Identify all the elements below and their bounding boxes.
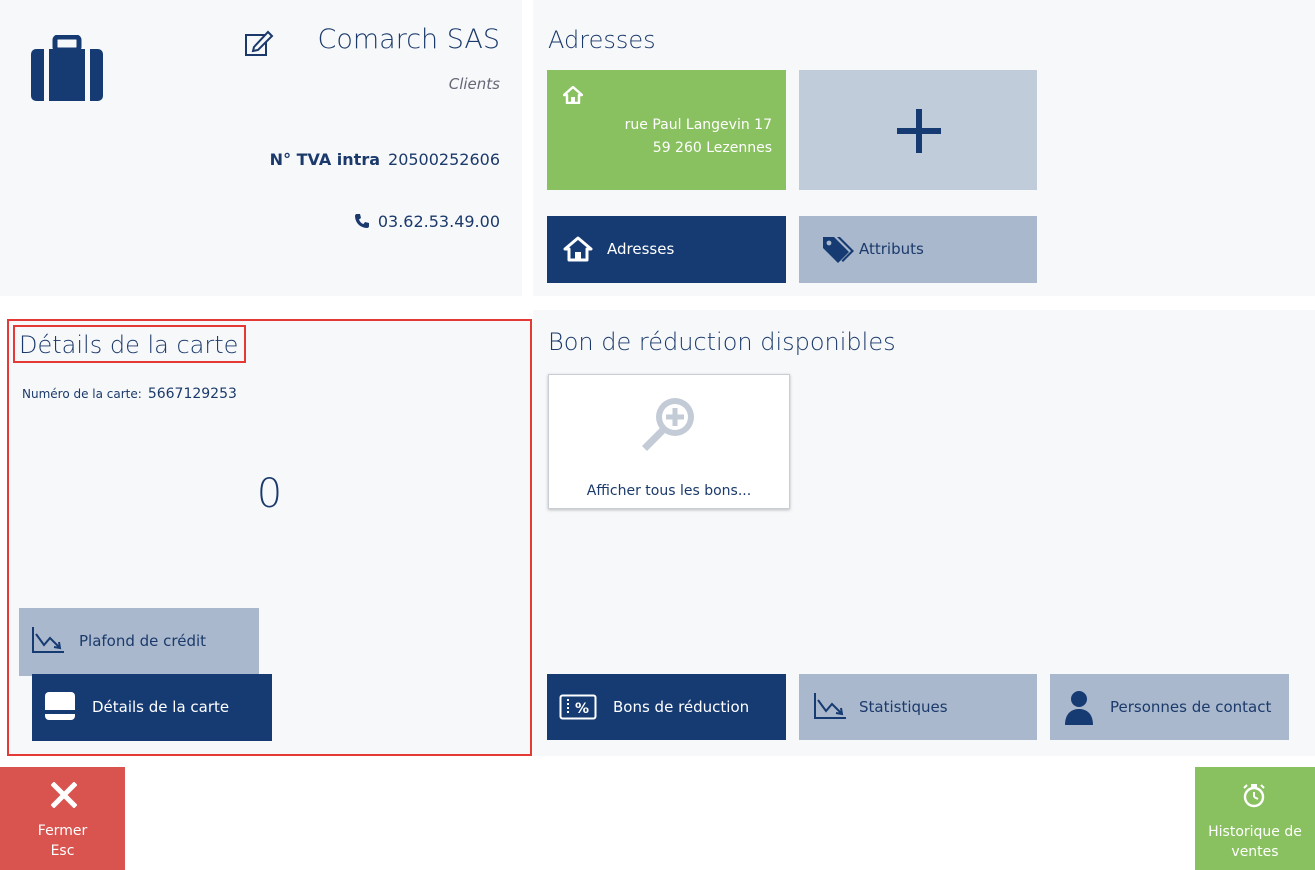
close-label: Fermer — [37, 823, 88, 839]
percent-icon: % — [559, 694, 597, 720]
card-details-button-label: Détails de la carte — [92, 698, 230, 716]
credit-limit-button[interactable]: Plafond de crédit — [19, 608, 259, 676]
statistics-button[interactable]: Statistiques — [799, 674, 1037, 740]
phone-value: 03.62.53.49.00 — [377, 212, 500, 231]
plus-icon — [897, 109, 941, 153]
customer-name: Comarch SAS — [317, 24, 500, 55]
svg-text:%: % — [575, 701, 589, 717]
statistics-button-label: Statistiques — [859, 698, 948, 716]
addresses-button-label: Adresses — [607, 240, 675, 258]
chart-trend-icon — [32, 627, 64, 653]
sales-history-label-line2: ventes — [1231, 844, 1279, 860]
customer-category: Clients — [448, 75, 500, 93]
vouchers-button[interactable]: % Bons de réduction — [547, 674, 786, 740]
card-number-label: Numéro de la carte: — [22, 387, 142, 401]
vouchers-panel: Bon de réduction disponibles Afficher to… — [533, 310, 1315, 756]
chart-trend-icon — [814, 693, 846, 719]
add-address-button[interactable] — [799, 70, 1037, 190]
close-button[interactable]: Fermer Esc — [0, 767, 125, 870]
show-all-vouchers-label: Afficher tous les bons... — [586, 483, 752, 499]
vouchers-title: Bon de réduction disponibles — [548, 328, 896, 356]
vat-row: N° TVA intra 20500252606 — [270, 150, 500, 169]
phone-icon — [354, 214, 369, 228]
vat-label: N° TVA intra — [269, 150, 381, 169]
contacts-button[interactable]: Personnes de contact — [1050, 674, 1289, 740]
address-tile[interactable]: rue Paul Langevin 17 59 260 Lezennes — [547, 70, 786, 190]
addresses-title: Adresses — [548, 26, 656, 54]
vouchers-button-label: Bons de réduction — [613, 698, 750, 716]
addresses-button[interactable]: Adresses — [547, 216, 786, 283]
card-details-panel: Détails de la carte Numéro de la carte: 5… — [7, 319, 532, 756]
close-icon — [51, 782, 77, 808]
tags-icon — [823, 237, 854, 263]
card-icon — [45, 692, 75, 720]
zoom-in-icon — [642, 398, 694, 451]
card-details-button[interactable]: Détails de la carte — [32, 674, 272, 741]
address-line1: rue Paul Langevin 17 — [624, 117, 772, 133]
card-number-value: 5667129253 — [147, 386, 237, 402]
phone-row: 03.62.53.49.00 — [354, 212, 500, 231]
sales-history-button[interactable]: Historique de ventes — [1195, 767, 1315, 870]
show-all-vouchers-button[interactable]: Afficher tous les bons... — [548, 374, 790, 509]
attributes-button[interactable]: Attributs — [799, 216, 1037, 283]
card-number-row: Numéro de la carte: 5667129253 — [22, 383, 237, 402]
vat-value: 20500252606 — [388, 150, 500, 169]
home-icon — [563, 86, 583, 104]
stopwatch-icon — [1243, 784, 1265, 808]
attributes-button-label: Attributs — [859, 240, 924, 258]
close-shortcut: Esc — [50, 843, 75, 859]
home-icon — [563, 236, 593, 262]
address-line2: 59 260 Lezennes — [652, 140, 772, 156]
contacts-button-label: Personnes de contact — [1110, 698, 1272, 716]
addresses-panel: Adresses rue Paul Langevin 17 59 260 Lez… — [533, 0, 1315, 296]
edit-icon[interactable] — [244, 29, 274, 57]
card-points: 0 — [256, 471, 283, 517]
person-icon — [1065, 691, 1093, 725]
card-title: Détails de la carte — [13, 325, 247, 363]
briefcase-icon — [31, 35, 103, 101]
credit-limit-label: Plafond de crédit — [79, 632, 207, 650]
sales-history-label-line1: Historique de — [1208, 824, 1302, 840]
customer-panel: Comarch SAS Clients N° TVA intra 20500252… — [0, 0, 522, 296]
